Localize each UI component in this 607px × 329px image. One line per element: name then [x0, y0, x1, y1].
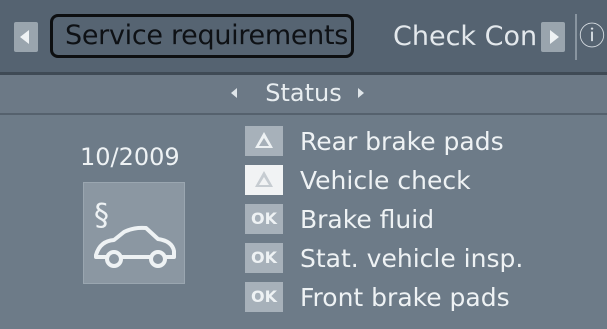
tab-service-requirements[interactable]: Service requirements — [50, 14, 354, 58]
list-item[interactable]: OK Stat. vehicle insp. — [245, 239, 605, 278]
chevron-left-icon[interactable] — [14, 22, 38, 52]
svg-text:§: § — [94, 198, 109, 233]
list-item-label: Brake fluid — [300, 205, 435, 234]
service-car-icon: § — [83, 182, 185, 284]
ok-badge: OK — [245, 204, 283, 234]
info-icon[interactable]: ⓘ — [575, 14, 607, 60]
idrive-screen: Service requirements Check Con ⓘ Status … — [0, 0, 607, 329]
tab-check-control[interactable]: Check Con — [393, 14, 543, 58]
list-item-label: Vehicle check — [300, 166, 471, 195]
status-label: Status — [265, 79, 342, 107]
tab-bar: Service requirements Check Con ⓘ — [0, 0, 607, 75]
warning-triangle-icon — [245, 165, 283, 195]
list-item[interactable]: Vehicle check — [245, 161, 605, 200]
chevron-right-icon[interactable] — [541, 22, 565, 52]
ok-badge: OK — [245, 282, 283, 312]
list-item-label: Front brake pads — [300, 283, 510, 312]
ok-badge: OK — [245, 243, 283, 273]
service-list: Rear brake pads Vehicle check OK Brake f… — [245, 122, 605, 317]
status-right-arrow-icon[interactable] — [358, 88, 364, 98]
list-item[interactable]: OK Brake fluid — [245, 200, 605, 239]
warning-triangle-icon — [245, 126, 283, 156]
status-selector[interactable]: Status — [0, 75, 607, 115]
list-item-label: Rear brake pads — [300, 127, 504, 156]
list-item[interactable]: OK Front brake pads — [245, 278, 605, 317]
list-item[interactable]: Rear brake pads — [245, 122, 605, 161]
list-item-label: Stat. vehicle insp. — [300, 244, 524, 273]
service-date: 10/2009 — [80, 143, 180, 171]
